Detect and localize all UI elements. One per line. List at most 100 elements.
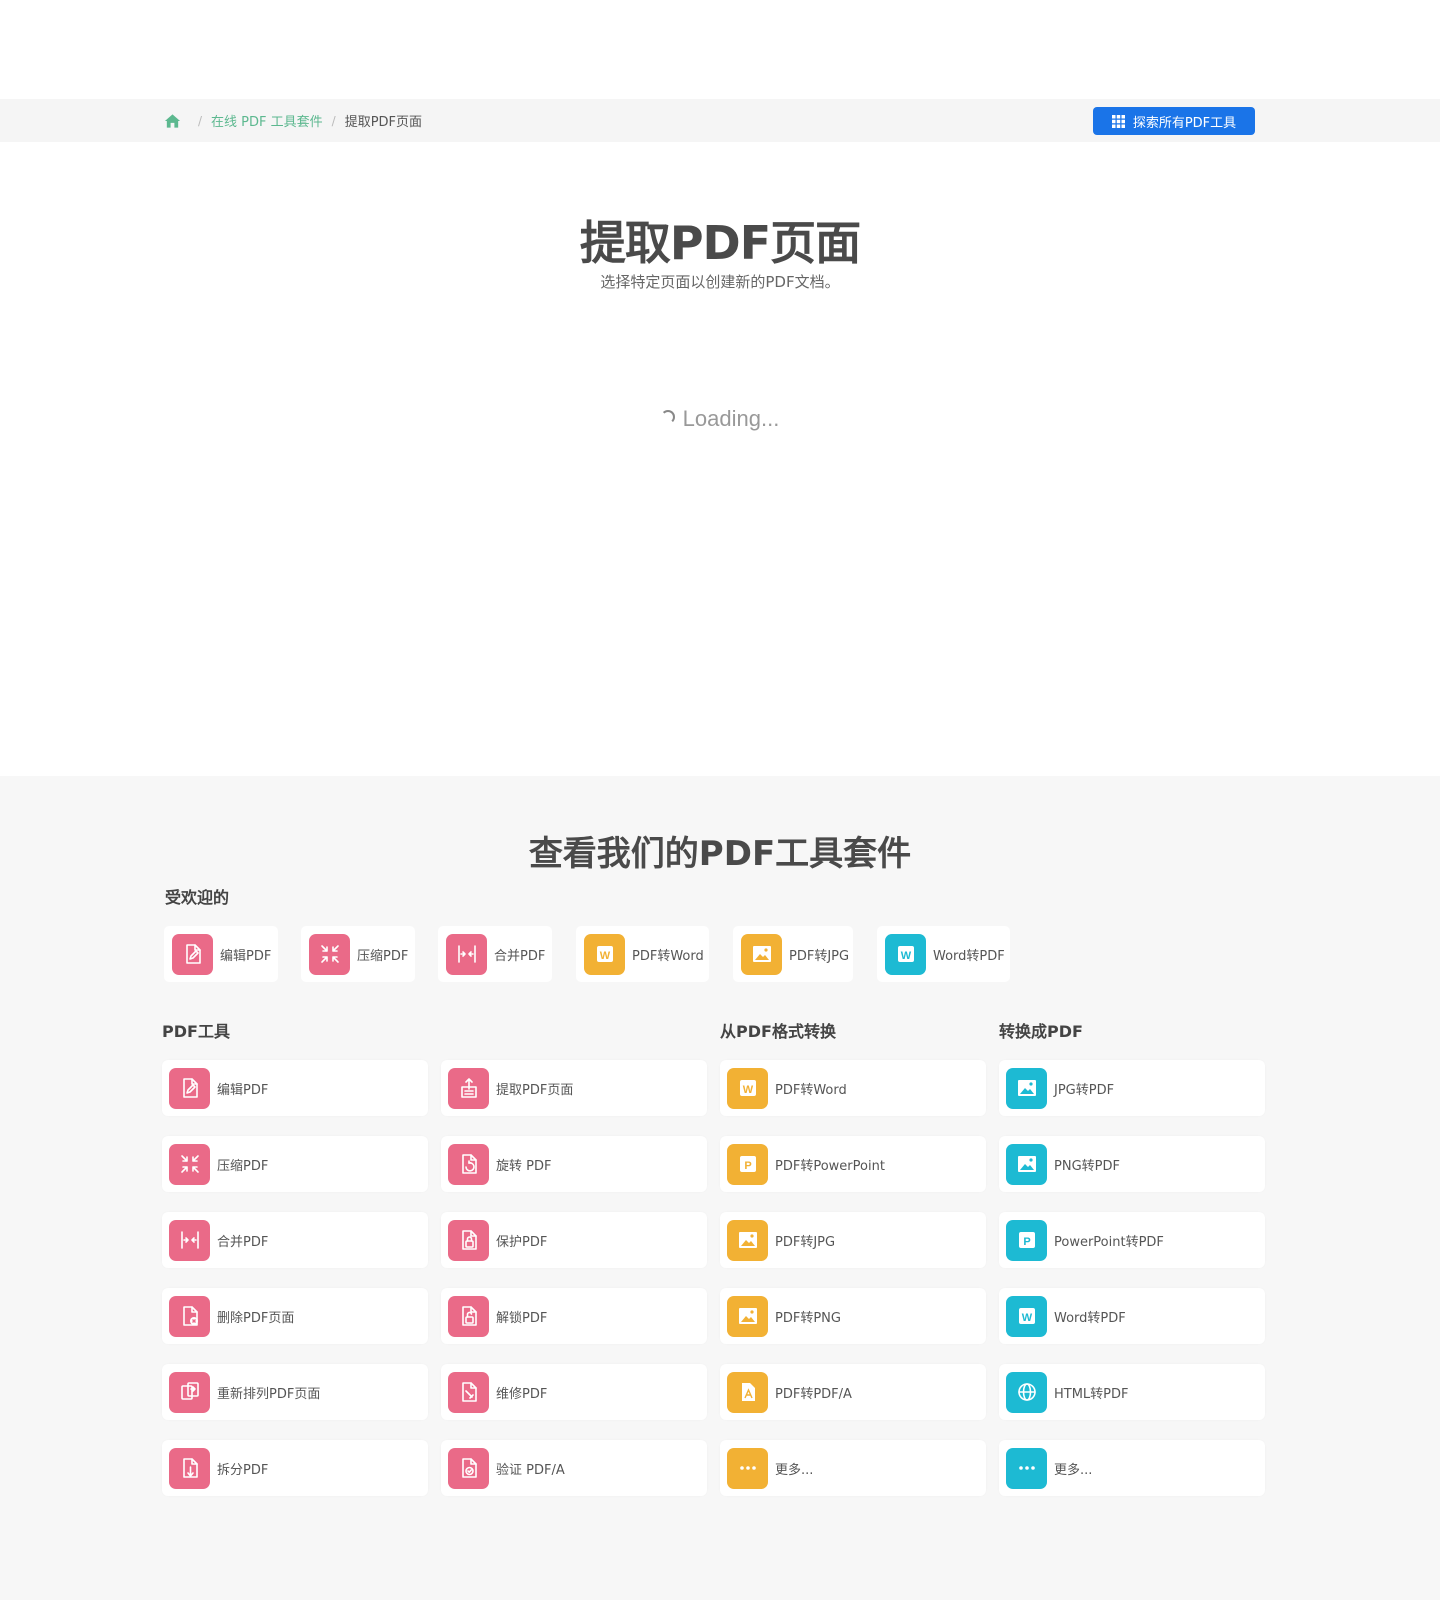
tool-label: Word转PDF [1054,1310,1126,1326]
tool-card[interactable]: JPG转PDF [999,1060,1265,1116]
tool-card[interactable]: P PowerPoint转PDF [999,1212,1265,1268]
tool-label: 更多... [1054,1462,1093,1478]
page-subtitle: 选择特定页面以创建新的PDF文档。 [600,273,840,291]
tool-label: PDF转JPG [775,1234,836,1250]
globe-icon [1006,1371,1047,1413]
tool-card[interactable]: 编辑PDF [162,1060,428,1116]
from-pdf-label: 从PDF格式转换 [720,1022,836,1041]
popular-tool-label: 压缩PDF [357,948,409,964]
edit-file-icon [172,933,213,975]
tool-label: HTML转PDF [1054,1386,1129,1402]
word-icon: W [885,933,926,975]
merge-icon [169,1219,210,1261]
tool-card[interactable]: PDF转JPG [720,1212,986,1268]
validate-file-icon [448,1447,489,1489]
svg-text:W: W [742,1084,753,1096]
tool-label: JPG转PDF [1054,1082,1115,1098]
tool-label: 验证 PDF/A [496,1462,565,1478]
tool-suite-section: 查看我们的PDF工具套件 受欢迎的 编辑PDF 压缩PDF 合并PDF W PDF转Wo… [0,776,1440,1600]
compress-icon [169,1143,210,1185]
svg-text:W: W [900,950,911,962]
popular-tool-card[interactable]: W Word转PDF [877,926,1010,982]
spinner-icon [660,410,675,424]
tool-label: 更多... [775,1462,814,1478]
grid-icon [1111,114,1125,128]
tool-card[interactable]: 更多... [999,1440,1265,1496]
pdf-tools-label: PDF工具 [162,1022,230,1041]
svg-text:P: P [1023,1236,1030,1248]
tool-label: 压缩PDF [217,1158,269,1174]
popular-tool-card[interactable]: 编辑PDF [164,926,278,982]
tool-card[interactable]: W Word转PDF [999,1288,1265,1344]
popular-tool-label: Word转PDF [933,948,1005,964]
tool-card[interactable]: 拆分PDF [162,1440,428,1496]
tool-card[interactable]: 合并PDF [162,1212,428,1268]
tool-card[interactable]: 更多... [720,1440,986,1496]
tool-card[interactable]: PNG转PDF [999,1136,1265,1192]
tool-label: PDF转PowerPoint [775,1158,885,1174]
breadcrumb-current: 提取PDF页面 [344,115,423,130]
tool-label: 旋转 PDF [496,1158,552,1174]
popular-tool-label: 合并PDF [494,948,546,964]
page-title: 提取PDF页面 [579,216,861,270]
popular-tool-card[interactable]: PDF转JPG [733,926,853,982]
pdfa-icon [727,1371,768,1413]
breadcrumb-separator: / [198,113,203,128]
tool-card[interactable]: 压缩PDF [162,1136,428,1192]
image-icon [741,933,782,975]
tool-label: PowerPoint转PDF [1054,1234,1164,1250]
tool-label: 编辑PDF [217,1082,269,1098]
tool-label: PNG转PDF [1054,1158,1120,1174]
svg-text:W: W [1021,1312,1032,1324]
tool-card[interactable]: 维修PDF [441,1364,707,1420]
popular-label: 受欢迎的 [165,888,230,907]
merge-icon [446,933,487,975]
powerpoint-icon: P [727,1143,768,1185]
tool-card[interactable]: PDF转PDF/A [720,1364,986,1420]
image-icon [727,1295,768,1337]
tool-label: 维修PDF [496,1386,548,1402]
image-icon [1006,1143,1047,1185]
repair-file-icon [448,1371,489,1413]
popular-tool-label: PDF转Word [632,948,704,964]
tool-label: 拆分PDF [217,1462,269,1478]
popular-tool-card[interactable]: 压缩PDF [301,926,415,982]
tool-card[interactable]: 提取PDF页面 [441,1060,707,1116]
tool-label: 合并PDF [217,1234,269,1250]
tool-card[interactable]: 保护PDF [441,1212,707,1268]
tool-label: PDF转PNG [775,1310,841,1326]
svg-text:W: W [599,950,610,962]
tool-card[interactable]: 删除PDF页面 [162,1288,428,1344]
image-icon [727,1219,768,1261]
tool-label: 重新排列PDF页面 [217,1386,321,1402]
explore-all-tools-button[interactable]: 探索所有PDF工具 [1093,107,1255,135]
tool-label: 保护PDF [496,1234,548,1250]
rotate-icon [448,1143,489,1185]
lock-file-icon [448,1219,489,1261]
popular-tool-card[interactable]: W PDF转Word [576,926,709,982]
tool-card[interactable]: 重新排列PDF页面 [162,1364,428,1420]
tool-label: 解锁PDF [496,1310,548,1326]
reorder-pages-icon [169,1371,210,1413]
word-icon: W [584,933,625,975]
tool-card[interactable]: HTML转PDF [999,1364,1265,1420]
breadcrumb: / 在线 PDF 工具套件 / 提取PDF页面 [164,111,422,130]
breadcrumb-link-suite[interactable]: 在线 PDF 工具套件 [211,111,323,130]
edit-file-icon [169,1067,210,1109]
tool-card[interactable]: PDF转PNG [720,1288,986,1344]
tool-card[interactable]: 验证 PDF/A [441,1440,707,1496]
word-icon: W [727,1067,768,1109]
unlock-file-icon [448,1295,489,1337]
home-icon[interactable] [164,113,181,129]
popular-tool-label: 编辑PDF [220,948,272,964]
tool-card[interactable]: W PDF转Word [720,1060,986,1116]
to-pdf-label: 转换成PDF [999,1022,1083,1041]
loading-indicator: Loading... [0,406,1440,432]
tool-card[interactable]: 旋转 PDF [441,1136,707,1192]
word-icon: W [1006,1295,1047,1337]
popular-tool-card[interactable]: 合并PDF [438,926,552,982]
tool-card[interactable]: P PDF转PowerPoint [720,1136,986,1192]
tool-card[interactable]: 解锁PDF [441,1288,707,1344]
suite-title: 查看我们的PDF工具套件 [528,834,912,874]
tool-label: 删除PDF页面 [217,1310,295,1326]
